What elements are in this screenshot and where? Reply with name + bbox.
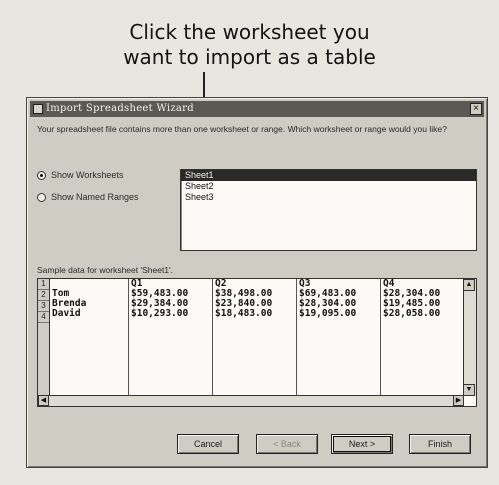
scroll-right-arrow-icon[interactable]: ▶ — [453, 395, 464, 406]
grid-column-q1: Q1 $59,483.00 $29,384.00 $10,293.00 — [129, 279, 213, 396]
scroll-up-arrow-icon[interactable]: ▲ — [463, 279, 475, 291]
grid-column-names: Tom Brenda David — [50, 279, 129, 396]
horizontal-scrollbar[interactable]: ◀ ▶ — [38, 395, 464, 406]
callout-line-2: want to import as a table — [123, 45, 376, 69]
callout-line-1: Click the worksheet you — [129, 20, 370, 44]
sample-data-grid: 1 2 3 4 Tom Brenda David Q1 $59,483.00 $… — [37, 278, 477, 407]
grid-column-q4: Q4 $28,304.00 $19,485.00 $28,058.00 — [381, 279, 463, 396]
import-spreadsheet-wizard-dialog: Import Spreadsheet Wizard × Your spreads… — [26, 97, 488, 468]
grid-cell: $18,483.00 — [215, 308, 273, 319]
show-worksheets-label: Show Worksheets — [51, 170, 124, 180]
show-named-ranges-option[interactable]: Show Named Ranges — [37, 192, 139, 202]
row-number-column: 1 2 3 4 — [38, 279, 50, 396]
worksheet-item-sheet2[interactable]: Sheet2 — [181, 181, 476, 192]
callout-annotation: Click the worksheet you want to import a… — [0, 20, 499, 70]
back-button[interactable]: < Back — [256, 434, 318, 454]
row-number: 2 — [38, 290, 49, 301]
instruction-text: Your spreadsheet file contains more than… — [37, 124, 447, 134]
worksheet-list[interactable]: Sheet1 Sheet2 Sheet3 — [180, 169, 477, 251]
app-icon — [33, 104, 43, 114]
row-number: 4 — [38, 312, 49, 323]
grid-cell: $10,293.00 — [131, 308, 189, 319]
finish-button[interactable]: Finish — [409, 434, 471, 454]
close-button[interactable]: × — [470, 103, 482, 115]
title-bar: Import Spreadsheet Wizard × — [30, 101, 484, 117]
worksheet-item-sheet1[interactable]: Sheet1 — [181, 170, 476, 181]
grid-column-q2: Q2 $38,498.00 $23,840.00 $18,483.00 — [213, 279, 297, 396]
next-button[interactable]: Next > — [331, 434, 393, 454]
scroll-left-arrow-icon[interactable]: ◀ — [38, 395, 49, 406]
cancel-button[interactable]: Cancel — [177, 434, 239, 454]
show-named-ranges-label: Show Named Ranges — [51, 192, 139, 202]
row-number: 3 — [38, 301, 49, 312]
wizard-button-bar: Cancel < Back Next > Finish — [177, 434, 477, 456]
sample-data-label: Sample data for worksheet 'Sheet1'. — [37, 265, 174, 275]
show-named-ranges-radio[interactable] — [37, 192, 46, 202]
show-worksheets-option[interactable]: Show Worksheets — [37, 170, 123, 180]
dialog-title: Import Spreadsheet Wizard — [46, 103, 194, 114]
grid-cell: $19,095.00 — [299, 308, 357, 319]
show-worksheets-radio[interactable] — [37, 170, 46, 180]
vertical-scrollbar[interactable]: ▲ ▼ — [463, 279, 476, 396]
grid-cell: David — [52, 308, 81, 319]
worksheet-item-sheet3[interactable]: Sheet3 — [181, 192, 476, 203]
row-number: 1 — [38, 279, 49, 290]
grid-column-q3: Q3 $69,483.00 $28,304.00 $19,095.00 — [297, 279, 381, 396]
scroll-down-arrow-icon[interactable]: ▼ — [463, 384, 475, 396]
grid-cell: $28,058.00 — [383, 308, 441, 319]
